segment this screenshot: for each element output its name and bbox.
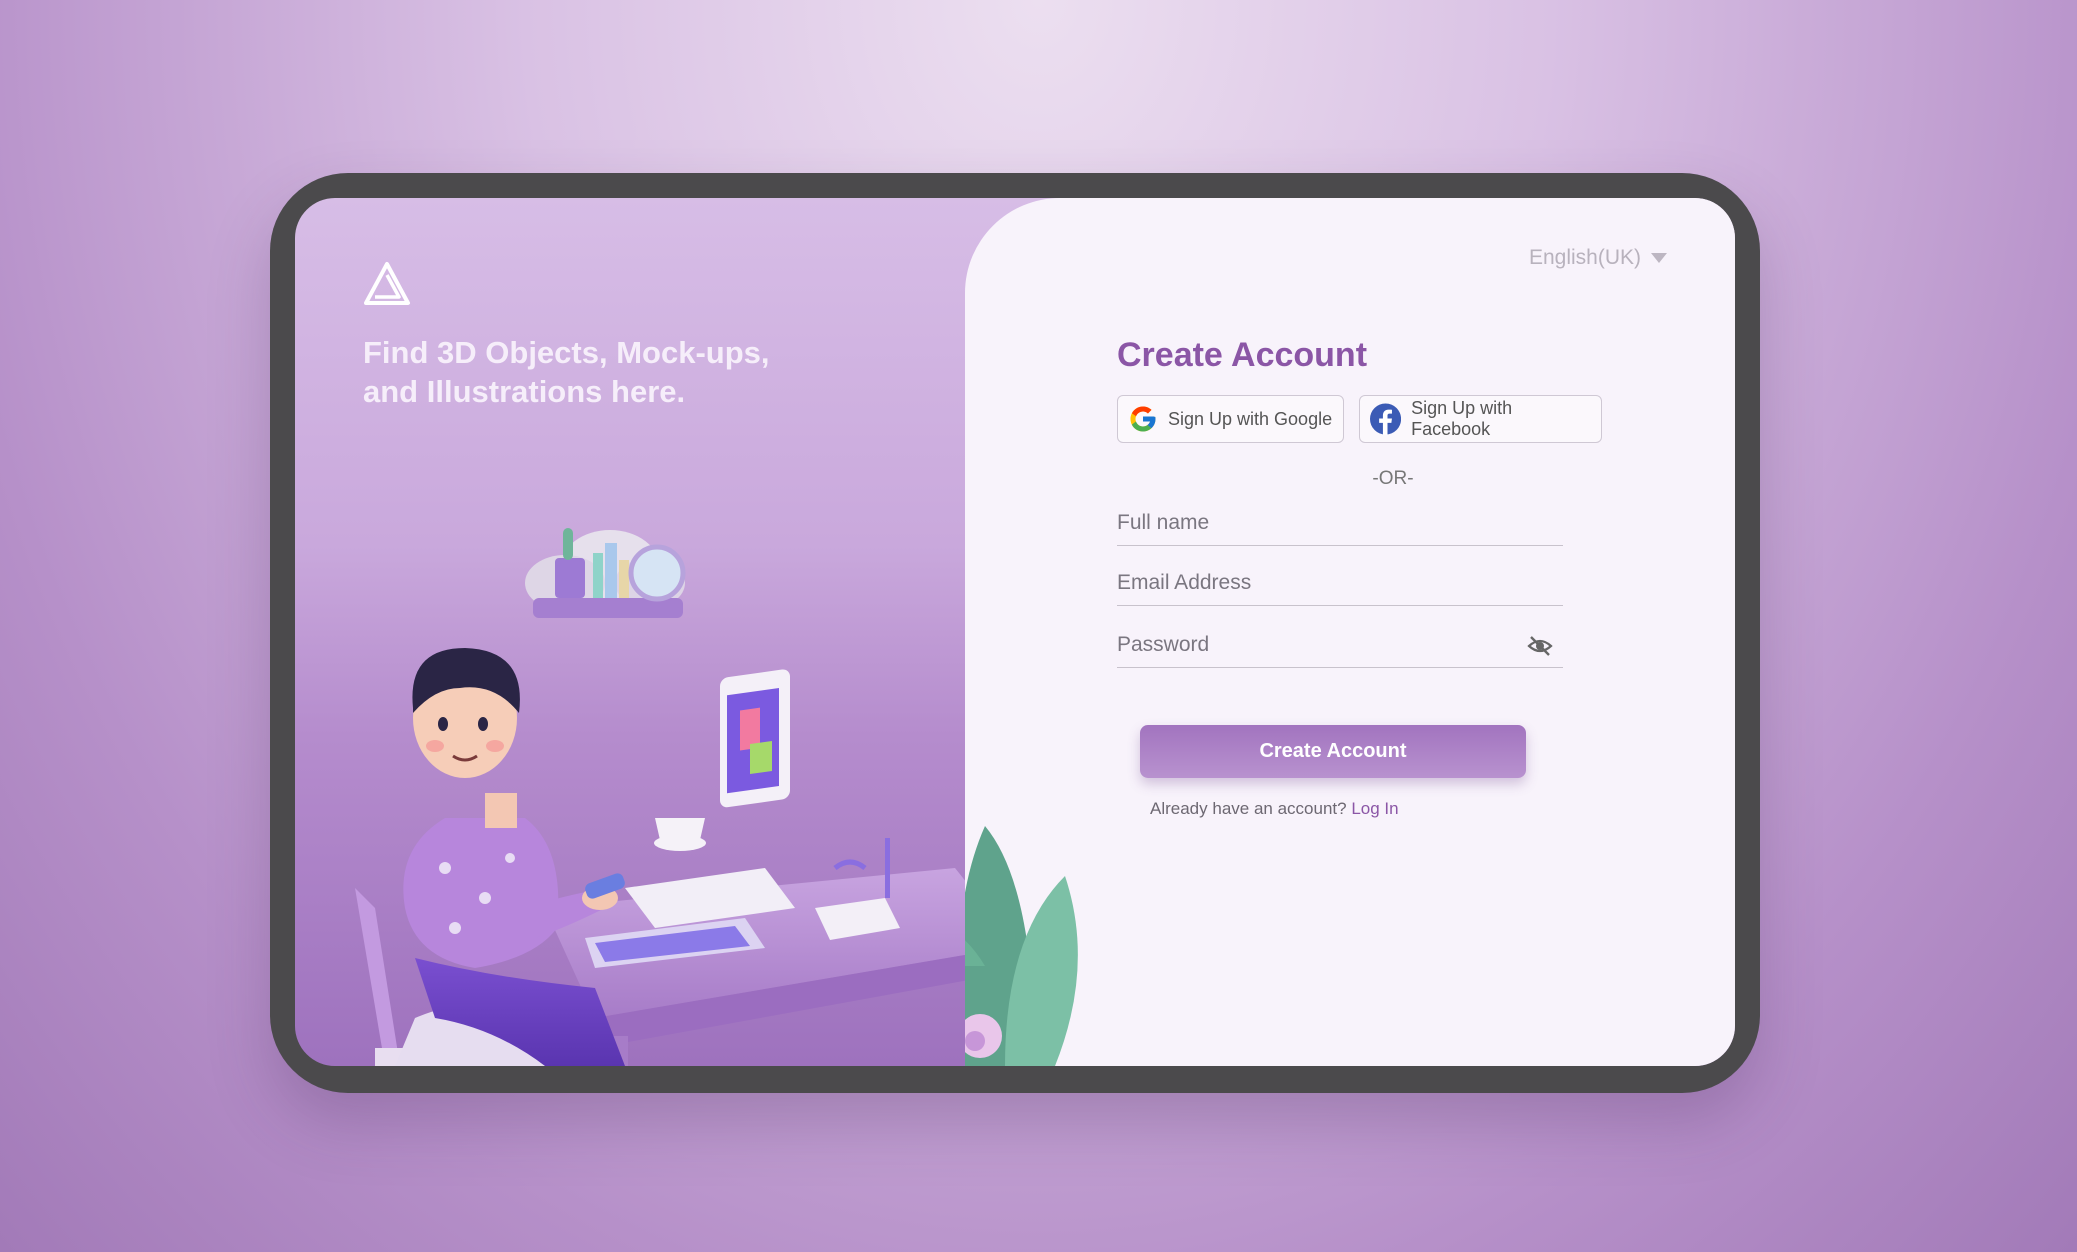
facebook-signup-button[interactable]: Sign Up with Facebook <box>1359 395 1602 443</box>
brand-logo-icon <box>364 262 410 305</box>
google-button-label: Sign Up with Google <box>1168 408 1333 429</box>
language-label: English(UK) <box>1528 246 1641 269</box>
tagline-line-1: Find 3D Objects, Mock-ups, <box>363 335 770 370</box>
full-name-field <box>1117 505 1563 546</box>
facebook-icon <box>1370 403 1402 435</box>
password-field <box>1117 627 1563 668</box>
form-title: Create Account <box>1117 336 1368 374</box>
google-icon <box>1130 406 1156 432</box>
language-selector[interactable]: English(UK) <box>1529 246 1667 270</box>
login-prompt-text: Already have an account? <box>1150 799 1347 818</box>
password-input[interactable] <box>1117 627 1507 663</box>
google-signup-button[interactable]: Sign Up with Google <box>1117 395 1344 443</box>
device-frame: Find 3D Objects, Mock-ups, and Illustrat… <box>270 173 1760 1093</box>
create-account-button[interactable]: Create Account <box>1140 725 1526 778</box>
signup-panel: English(UK) Create Account Sign Up with … <box>965 198 1735 1066</box>
eye-off-icon[interactable] <box>1527 635 1553 657</box>
hero-tagline: Find 3D Objects, Mock-ups, and Illustrat… <box>363 333 883 411</box>
login-link[interactable]: Log In <box>1351 799 1398 818</box>
app-screen: Find 3D Objects, Mock-ups, and Illustrat… <box>295 198 1735 1066</box>
chevron-down-icon <box>1651 253 1667 263</box>
plant-decoration <box>965 826 1078 1066</box>
full-name-input[interactable] <box>1117 505 1507 541</box>
facebook-button-label: Sign Up with Facebook <box>1411 398 1513 439</box>
or-separator: -OR- <box>1372 468 1414 489</box>
tagline-line-2: and Illustrations here. <box>363 374 686 409</box>
login-prompt-line: Already have an account? Log In <box>1150 799 1399 819</box>
email-input[interactable] <box>1117 565 1507 601</box>
email-field <box>1117 565 1563 606</box>
